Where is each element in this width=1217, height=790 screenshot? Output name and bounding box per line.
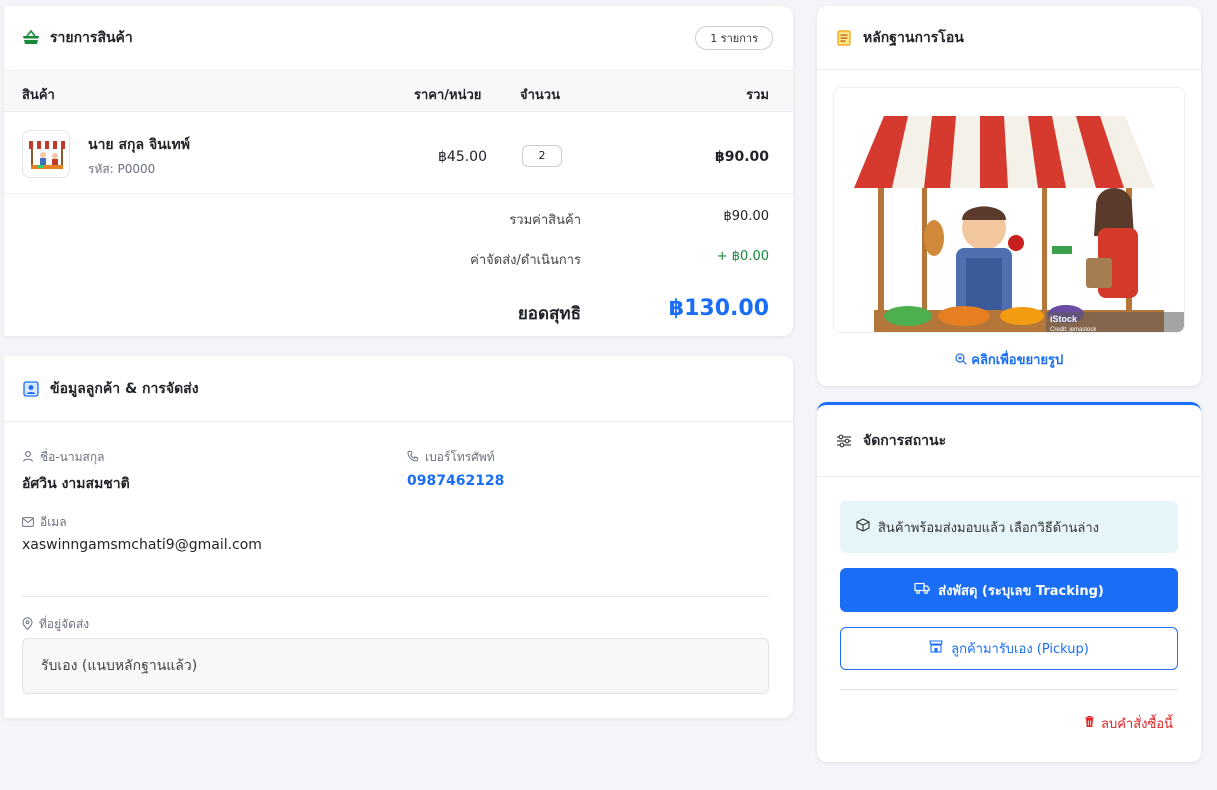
basket-icon — [22, 29, 40, 47]
name-label-text: ชื่อ-นามสกุล — [40, 450, 105, 464]
customer-email: xaswinngamsmchati9@gmail.com — [22, 537, 262, 553]
status-title: จัดการสถานะ — [863, 432, 947, 449]
customer-phone-link[interactable]: 0987462128 — [407, 473, 504, 489]
payment-proof-card: หลักฐานการโอน iStock Credit: jemastock ค… — [817, 6, 1201, 386]
person-icon — [22, 450, 34, 465]
shipping-value: + ฿0.00 — [716, 249, 769, 264]
table-row: นาย สกุล จินเทพ์ รหัส: P0000 ฿45.00 2 ฿9… — [4, 112, 793, 194]
product-sku: รหัส: P0000 — [88, 162, 156, 176]
shipping-label: ค่าจัดส่ง/ดำเนินการ — [470, 253, 581, 268]
customer-pickup-button[interactable]: ลูกค้ามารับเอง (Pickup) — [840, 627, 1178, 670]
enlarge-label: คลิกเพื่อขยายรูป — [971, 353, 1064, 368]
ship-with-tracking-button[interactable]: ส่งพัสดุ (ระบุเลข Tracking) — [840, 568, 1178, 612]
payment-proof-image[interactable]: iStock Credit: jemastock — [833, 87, 1185, 333]
order-items-card: รายการสินค้า 1 รายการ สินค้า ราคา/หน่วย … — [4, 6, 793, 336]
item-count-badge: 1 รายการ — [695, 26, 773, 50]
delete-order-label: ลบคำสั่งซื้อนี้ — [1100, 717, 1173, 732]
product-unit-price: ฿45.00 — [438, 149, 487, 165]
customer-name: อัศวิน งามสมชาติ — [22, 476, 130, 492]
address-label-text: ที่อยู่จัดส่ง — [39, 617, 90, 631]
actions-divider — [840, 689, 1178, 690]
name-field-label: ชื่อ-นามสกุล — [22, 448, 104, 467]
section-divider — [22, 596, 769, 597]
product-thumbnail[interactable] — [22, 130, 70, 178]
delete-order-link[interactable]: ลบคำสั่งซื้อนี้ — [1084, 713, 1173, 734]
pickup-button-label: ลูกค้ามารับเอง (Pickup) — [951, 642, 1089, 657]
col-unit-price: ราคา/หน่วย — [414, 88, 482, 103]
proof-header: หลักฐานการโอน — [817, 6, 1201, 70]
order-items-title: รายการสินค้า — [50, 30, 133, 46]
status-management-card: จัดการสถานะ สินค้าพร้อมส่งมอบแล้ว เลือกว… — [817, 402, 1201, 762]
package-icon — [856, 518, 870, 536]
customer-header: ข้อมูลลูกค้า & การจัดส่ง — [4, 356, 793, 422]
status-info-alert: สินค้าพร้อมส่งมอบแล้ว เลือกวิธีด้านล่าง — [840, 501, 1178, 553]
customer-title: ข้อมูลลูกค้า & การจัดส่ง — [50, 380, 199, 397]
user-card-icon — [22, 380, 40, 398]
document-icon — [835, 29, 853, 47]
mail-icon — [22, 516, 34, 530]
subtotal-value: ฿90.00 — [723, 209, 770, 224]
product-line-total: ฿90.00 — [714, 149, 769, 165]
truck-icon — [914, 582, 930, 598]
location-pin-icon — [22, 616, 33, 633]
product-name: นาย สกุล จินเทพ์ — [88, 137, 190, 153]
col-product: สินค้า — [22, 88, 55, 103]
shop-icon — [929, 640, 943, 657]
sliders-icon — [835, 432, 853, 450]
customer-shipping-card: ข้อมูลลูกค้า & การจัดส่ง ชื่อ-นามสกุล อั… — [4, 356, 793, 718]
shipping-address-box: รับเอง (แนบหลักฐานแล้ว) — [22, 638, 769, 694]
email-field-label: อีเมล — [22, 513, 67, 532]
status-info-text: สินค้าพร้อมส่งมอบแล้ว เลือกวิธีด้านล่าง — [878, 520, 1099, 536]
phone-icon — [407, 450, 419, 465]
order-items-header: รายการสินค้า 1 รายการ — [4, 6, 793, 70]
phone-label-text: เบอร์โทรศัพท์ — [425, 450, 495, 464]
enlarge-image-link[interactable]: คลิกเพื่อขยายรูป — [817, 349, 1201, 370]
phone-field-label: เบอร์โทรศัพท์ — [407, 448, 495, 467]
net-total-label: ยอดสุทธิ — [517, 304, 581, 324]
col-total: รวม — [746, 88, 769, 103]
proof-title: หลักฐานการโอน — [863, 29, 964, 46]
table-header: สินค้า ราคา/หน่วย จำนวน รวม — [4, 70, 793, 112]
net-total-value: ฿130.00 — [668, 296, 769, 321]
zoom-in-icon — [955, 353, 972, 368]
status-header: จัดการสถานะ — [817, 405, 1201, 477]
watermark-credit: Credit: jemastock — [1050, 327, 1097, 333]
email-label-text: อีเมล — [40, 515, 67, 529]
trash-icon — [1084, 715, 1095, 732]
col-quantity: จำนวน — [520, 88, 560, 103]
quantity-box[interactable]: 2 — [522, 145, 562, 167]
ship-button-label: ส่งพัสดุ (ระบุเลข Tracking) — [938, 583, 1104, 599]
watermark-logo: iStock — [1050, 314, 1078, 324]
address-field-label: ที่อยู่จัดส่ง — [22, 615, 89, 634]
subtotal-label: รวมค่าสินค้า — [509, 213, 581, 228]
